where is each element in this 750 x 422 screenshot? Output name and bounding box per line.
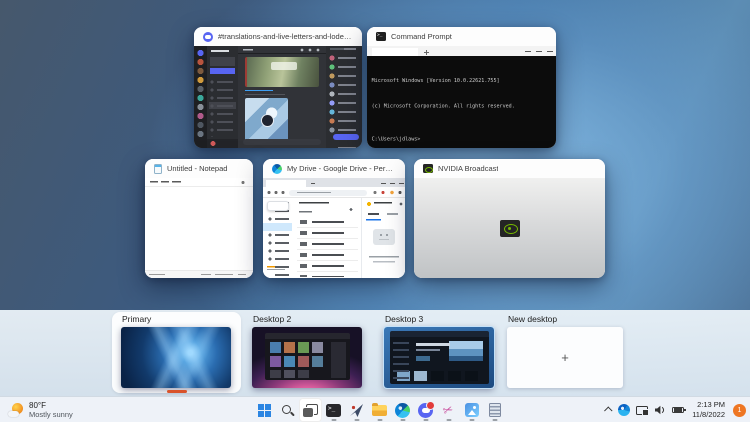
window-title-bar: NVIDIA Broadcast [414,159,605,178]
discord-channel-list [207,46,238,148]
edge-icon [395,403,410,418]
task-view-icon [303,404,318,417]
browser-tab-strip [263,178,405,187]
nvidia-icon [423,164,433,173]
edge-drive-preview [263,178,405,278]
volume-icon[interactable] [654,405,666,415]
notepad-preview [145,178,253,278]
folder-icon [372,405,387,416]
snip-button[interactable] [437,398,460,422]
window-title-bar: Command Prompt [367,27,556,46]
plane-app-icon [349,403,364,418]
library-icon [489,403,501,417]
plus-icon: + [561,351,569,364]
edge-button[interactable] [391,398,414,422]
discord-embed-image [245,57,319,87]
photos-icon [465,403,479,417]
discord-member-list [326,46,362,148]
file-explorer-button[interactable] [368,398,391,422]
notepad-status-bar [145,270,253,278]
terminal-icon [326,404,341,417]
task-view-backdrop[interactable]: #translations-and-live-letters-and-lodes… [0,0,750,422]
terminal-tab-bar [367,46,556,56]
notepad-menu-bar [145,178,253,187]
command-prompt-icon [376,32,386,41]
chevron-up-icon[interactable] [604,406,612,414]
nvidia-broadcast-window-thumbnail[interactable]: NVIDIA Broadcast [414,159,605,278]
discord-icon [418,403,433,418]
cast-icon[interactable] [636,406,648,415]
taskbar-center-icons [253,398,506,422]
notepad-icon [154,164,162,174]
terminal-output: Microsoft Windows [Version 10.0.22621.75… [367,56,541,148]
desktop-label-3: Desktop 3 [385,314,423,324]
drive-details-panel [361,198,405,278]
desktop-primary-tile[interactable] [121,327,231,388]
discord-button[interactable] [414,398,437,422]
window-title: My Drive - Google Drive - Personal - Mic… [287,164,396,173]
discord-attachment-image [245,98,288,141]
weather-temperature: 80°F [29,401,73,411]
active-desktop-indicator [167,390,187,393]
search-icon [282,405,291,414]
discord-chat-area [238,46,326,148]
nvidia-broadcast-preview [414,178,605,278]
task-view-button[interactable] [299,398,322,422]
windows-logo-icon [258,404,264,410]
library-app-button[interactable] [483,398,506,422]
notification-badge[interactable]: 1 [733,404,746,417]
browser-toolbar [263,187,405,198]
discord-window-thumbnail[interactable]: #translations-and-live-letters-and-lodes… [194,27,362,148]
desktop-label-primary: Primary [122,314,151,324]
desktop-label-2: Desktop 2 [253,314,291,324]
scissors-icon [442,403,456,418]
system-tray: 2:13 PM 11/8/2022 1 [606,398,746,422]
desktop-2-tile[interactable] [252,327,362,388]
discord-server-rail [194,46,207,148]
photos-button[interactable] [460,398,483,422]
drive-file-list [293,198,361,278]
command-prompt-preview: Microsoft Windows [Version 10.0.22621.75… [367,46,556,148]
start-button[interactable] [253,398,276,422]
edge-tray-icon[interactable] [618,404,630,416]
command-prompt-window-thumbnail[interactable]: Command Prompt Microsoft Windows [Versio… [367,27,556,148]
notepad-document [145,187,253,270]
window-title-bar: My Drive - Google Drive - Personal - Mic… [263,159,405,178]
new-desktop-button[interactable]: + [507,327,623,388]
desktop-label-new: New desktop [508,314,557,324]
sun-cloud-icon [8,403,24,417]
edge-icon [272,164,282,174]
clock-date: 11/8/2022 [692,410,725,420]
edge-drive-window-thumbnail[interactable]: My Drive - Google Drive - Personal - Mic… [263,159,405,278]
desktops-strip: Primary Desktop 2 Desktop 3 New desktop … [0,310,750,396]
taskbar: 80°F Mostly sunny [0,396,750,422]
window-title-bar: #translations-and-live-letters-and-lodes… [194,27,362,46]
discord-icon [203,32,213,42]
discord-preview [194,46,362,148]
window-title: Untitled - Notepad [167,164,227,173]
nvidia-logo-icon [500,220,520,237]
window-title: Command Prompt [391,32,452,41]
terminal-button[interactable] [322,398,345,422]
window-title-bar: Untitled - Notepad [145,159,253,178]
window-title: #translations-and-live-letters-and-lodes… [218,32,353,41]
notepad-window-thumbnail[interactable]: Untitled - Notepad [145,159,253,278]
desktop-3-tile[interactable] [384,327,494,388]
clock-time: 2:13 PM [697,400,725,410]
window-title: NVIDIA Broadcast [438,164,498,173]
weather-condition: Mostly sunny [29,410,73,419]
plane-app-button[interactable] [345,398,368,422]
taskbar-clock[interactable]: 2:13 PM 11/8/2022 [692,400,725,420]
drive-sidebar [263,198,293,278]
weather-widget[interactable]: 80°F Mostly sunny [8,399,73,421]
battery-icon[interactable] [672,407,684,414]
search-button[interactable] [276,398,299,422]
